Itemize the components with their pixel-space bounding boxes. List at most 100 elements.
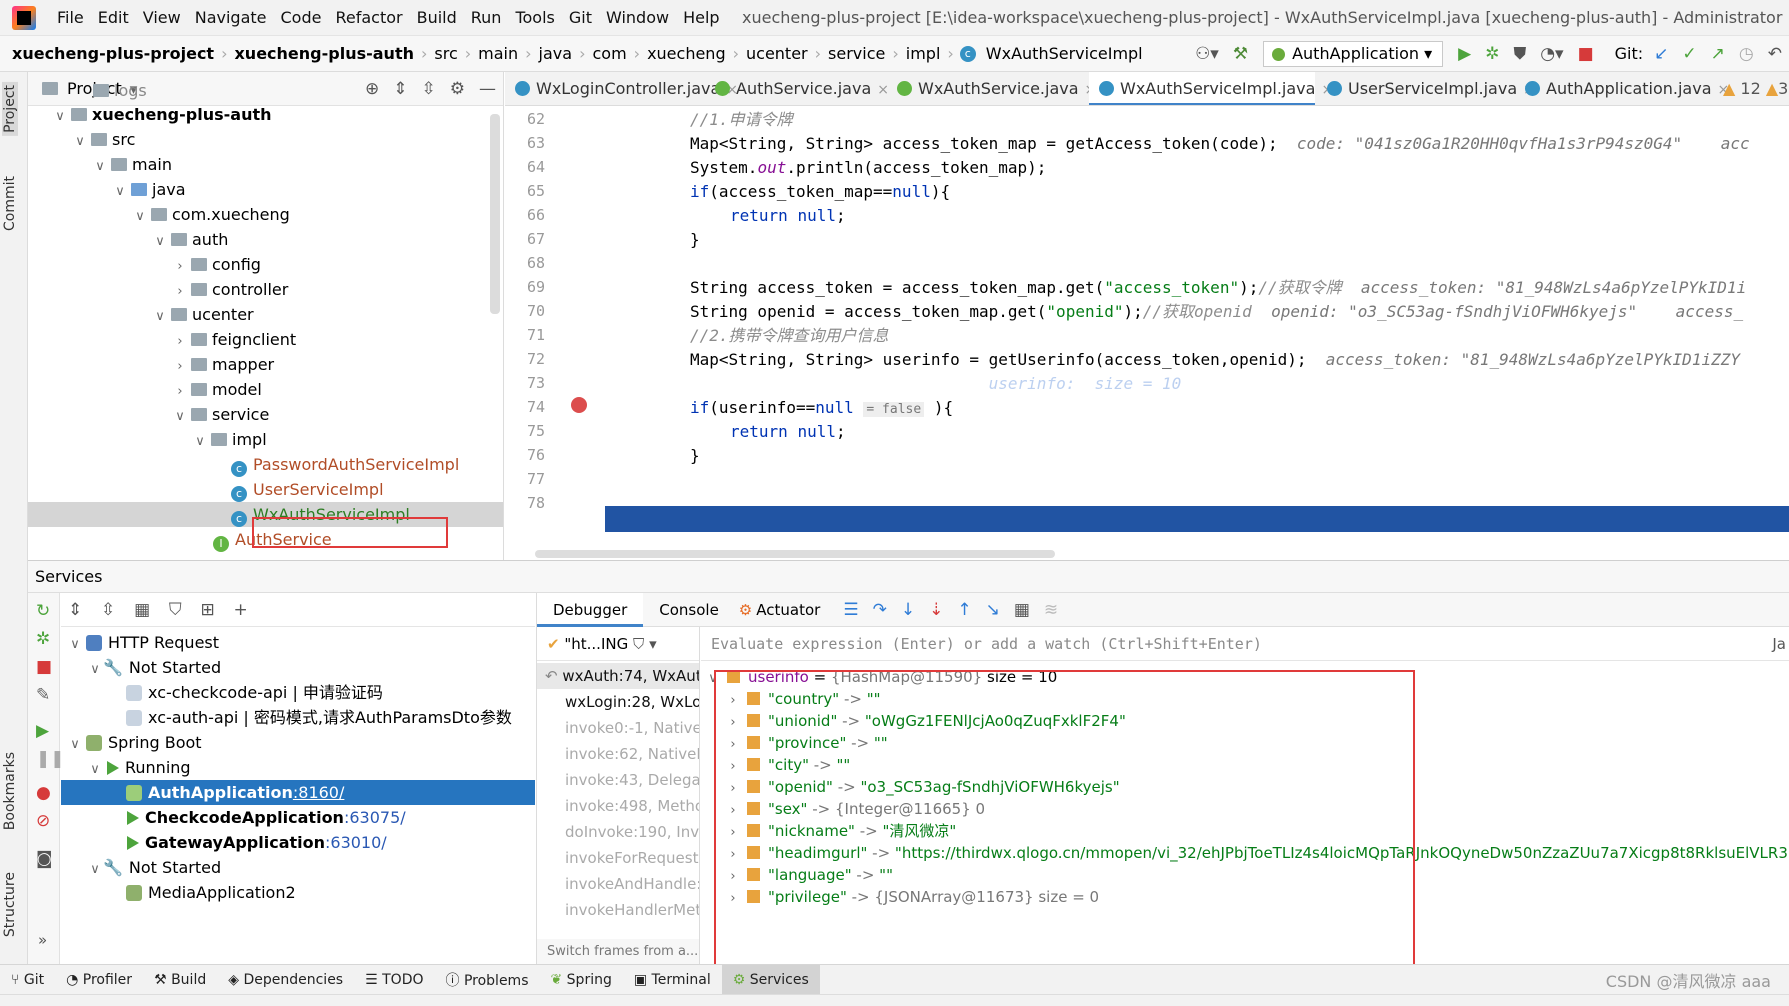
locate-icon[interactable]: ⊕ [358,79,386,99]
tab-debugger[interactable]: Debugger [537,592,644,627]
wrench-icon[interactable]: ✎ [36,685,50,705]
commit-tool-tab[interactable]: Commit [2,176,18,231]
tab-user-service-impl[interactable]: UserServiceImpl.java× [1317,72,1535,105]
hammer-icon[interactable]: ⚒ [1226,44,1255,64]
chevron-right-icon[interactable]: › [172,379,188,404]
hide-icon[interactable]: — [472,79,503,99]
evaluate-icon[interactable]: ▦ [1007,600,1037,620]
chevron-right-icon[interactable]: › [172,279,188,304]
menu-build[interactable]: Build [410,8,464,27]
service-item-checkcode-application[interactable]: CheckcodeApplication:63075/ [123,805,406,830]
editor-horizontal-scrollbar[interactable] [535,550,1055,558]
expand-all-icon[interactable]: ⇕ [386,79,414,99]
menu-edit[interactable]: Edit [91,8,136,27]
breakpoint-icon[interactable] [571,397,587,413]
chevron-down-icon[interactable]: ∨ [87,757,103,782]
menu-window[interactable]: Window [599,8,676,27]
project-scrollbar[interactable] [490,114,500,314]
chevron-down-icon[interactable]: ∨ [72,129,88,154]
history-icon[interactable]: ◷ [1732,44,1761,64]
service-item-checkcode-api[interactable]: xc-checkcode-api | 申请验证码 [123,680,383,705]
add-icon[interactable]: + [226,600,254,620]
breadcrumb-xuecheng[interactable]: xuecheng [643,44,730,63]
tree-node-main[interactable]: ∨ main [92,152,172,177]
chevron-down-icon[interactable]: ∨ [67,732,83,757]
tab-wx-auth-service[interactable]: WxAuthService.java× [887,72,1096,105]
breadcrumb-module[interactable]: xuecheng-plus-auth [230,44,418,63]
run-to-cursor-icon[interactable]: ↘ [979,600,1007,620]
breadcrumb-service[interactable]: service [824,44,889,63]
frame-row[interactable]: invokeAndHandle:1 [537,871,699,897]
tool-dependencies[interactable]: ◈ Dependencies [217,972,354,988]
chevron-down-icon[interactable]: ∨ [112,179,128,204]
tree-node-mapper[interactable]: › mapper [172,352,274,377]
view-breakpoints-icon[interactable]: ● [36,783,51,803]
step-over-icon[interactable]: ↷ [866,600,894,620]
tab-wx-auth-service-impl[interactable]: WxAuthServiceImpl.java× [1089,72,1333,105]
tree-node-config[interactable]: › config [172,252,261,277]
chevron-down-icon[interactable]: ∨ [67,632,83,657]
filter-icon[interactable]: ⛉ [633,635,644,653]
more-icon[interactable]: » [38,931,47,949]
tool-profiler[interactable]: ◔ Profiler [55,972,143,988]
chevron-down-icon[interactable]: ∨ [87,657,103,682]
chevron-down-icon[interactable]: ▾ [649,635,657,653]
frame-row[interactable]: doInvoke:190, Invoc [537,819,699,845]
tree-node-password-auth-service-impl[interactable]: c PasswordAuthServiceImpl [228,452,459,477]
menu-help[interactable]: Help [676,8,726,27]
run-configuration-select[interactable]: AuthApplication ▾ [1263,40,1444,67]
debug-icon[interactable]: ✲ [36,629,50,649]
menu-icon[interactable]: ☰ [836,600,865,620]
tree-node-com-xuecheng[interactable]: ∨ com.xuecheng [132,202,290,227]
service-port-link[interactable]: :8160/ [293,783,345,802]
menu-code[interactable]: Code [274,8,329,27]
frame-row[interactable]: invokeHandlerMeth [537,897,699,923]
service-group-not-started-2[interactable]: ∨ 🔧 Not Started [87,855,221,880]
camera-icon[interactable]: ◙ [36,849,53,869]
service-item-auth-application[interactable]: AuthApplication:8160/ [61,780,535,805]
breadcrumb-project[interactable]: xuecheng-plus-project [8,44,218,63]
breadcrumb-main[interactable]: main [474,44,522,63]
frame-row[interactable]: invoke0:-1, NativeM [537,715,699,741]
tree-node-ucenter[interactable]: ∨ ucenter [152,302,253,327]
menu-git[interactable]: Git [562,8,599,27]
inspection-widget[interactable]: ▲ 12 ▲3 [1713,72,1789,105]
tree-node-module[interactable]: ∨ xuecheng-plus-auth [52,102,271,129]
tab-console[interactable]: Console [643,593,735,627]
tree-node-logs[interactable]: logs [90,78,147,103]
structure-tool-tab[interactable]: Structure [2,872,18,937]
menu-refactor[interactable]: Refactor [328,8,409,27]
breadcrumb-ucenter[interactable]: ucenter [742,44,812,63]
chevron-right-icon[interactable]: › [172,254,188,279]
chevron-down-icon[interactable]: ∨ [152,229,168,254]
coverage-icon[interactable]: ⛊ [1506,44,1533,64]
service-group-not-started[interactable]: ∨ 🔧 Not Started [87,655,221,680]
service-port-link[interactable]: :63010/ [325,833,387,852]
editor-gutter[interactable]: 62 63 64 65 66 67 68 69 70 71 72 73 74 7… [505,106,605,560]
collapse-all-icon[interactable]: ⇳ [94,600,122,620]
tree-node-java[interactable]: ∨ java [112,177,185,204]
tree-node-controller[interactable]: › controller [172,277,288,302]
breadcrumb-impl[interactable]: impl [902,44,945,63]
rollback-icon[interactable]: ↶ [1761,44,1789,64]
tree-node-model[interactable]: › model [172,377,261,404]
profile-icon[interactable]: ◔▾ [1533,44,1570,64]
tree-node-impl[interactable]: ∨ impl [192,427,266,452]
debug-icon[interactable]: ✲ [1478,44,1506,64]
service-item-gateway-application[interactable]: GatewayApplication:63010/ [123,830,387,855]
group-icon[interactable]: ▦ [127,600,157,620]
tool-todo[interactable]: ☰ TODO [354,972,434,988]
breadcrumb-java[interactable]: java [535,44,577,63]
tool-services[interactable]: ⚙ Services [721,964,820,995]
step-into-icon[interactable]: ↓ [894,600,922,620]
tool-problems[interactable]: ⓘ Problems [435,970,540,990]
thread-selector[interactable]: ✔ "ht...ING ⛉ ▾ [537,627,699,661]
service-item-media-application2[interactable]: MediaApplication2 [123,880,296,905]
chevron-down-icon[interactable]: ∨ [92,154,108,179]
step-out-icon[interactable]: ↑ [950,600,978,620]
tab-auth-service[interactable]: AuthService.java × [705,72,889,105]
expand-all-icon[interactable]: ⇕ [61,600,89,620]
rerun-icon[interactable]: ↻ [36,601,50,621]
chevron-down-icon[interactable]: ∨ [52,104,68,129]
tool-terminal[interactable]: ▣ Terminal [623,972,722,988]
